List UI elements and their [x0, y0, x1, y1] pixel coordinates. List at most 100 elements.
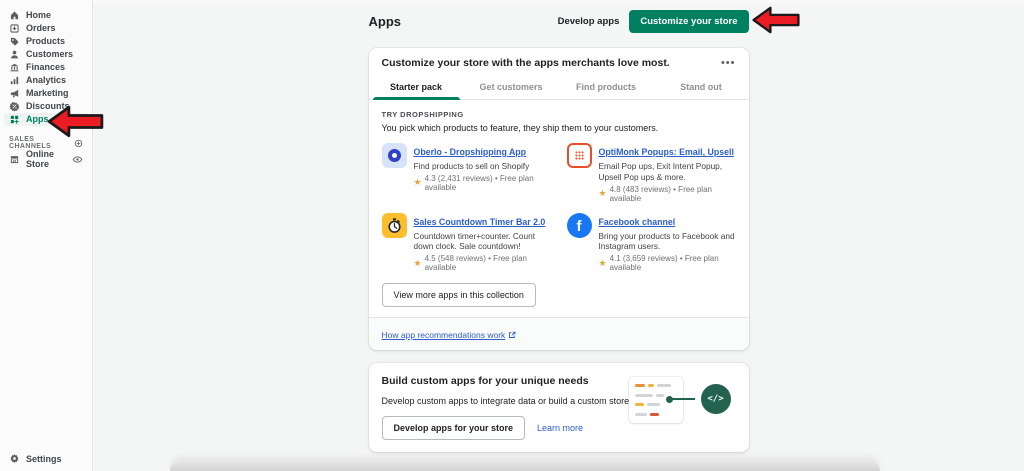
page-header: Apps Develop apps Customize your store [369, 10, 749, 33]
learn-more-link[interactable]: Learn more [537, 423, 583, 433]
app-description: Email Pop ups, Exit Intent Popup, Upsell… [598, 161, 723, 182]
how-recommendations-work-label: How app recommendations work [381, 330, 506, 341]
app-recommendation-item: Sales Countdown Timer Bar 2.0 Countdown … [381, 212, 551, 273]
app-text: Oberlo - Dropshipping App Find products … [414, 142, 551, 192]
sidebar-nav-item-label: Finances [26, 62, 66, 72]
gear-icon [9, 453, 20, 464]
sidebar-nav-item[interactable]: Analytics [4, 74, 88, 87]
sidebar: Home Orders Products Customers Finances … [0, 0, 93, 471]
app-rating-text: 4.5 (548 reviews) • Free plan available [424, 254, 527, 273]
collection-tab[interactable]: Stand out [654, 76, 749, 99]
app-rating: ★ 4.3 (2,431 reviews) • Free plan availa… [414, 174, 551, 192]
settings-label: Settings [26, 453, 62, 464]
sales-channels-header: SALES CHANNELS [9, 136, 83, 150]
recommended-apps-card: Customize your store with the apps merch… [368, 48, 749, 351]
app-name-link[interactable]: Sales Countdown Timer Bar 2.0 [414, 217, 546, 227]
collection-tab[interactable]: Starter pack [369, 76, 464, 100]
code-icon: </> [700, 384, 731, 415]
section-description: You pick which products to feature, they… [381, 123, 659, 133]
discounts-icon [9, 101, 20, 112]
analytics-icon [9, 75, 20, 86]
sidebar-nav-item-label: Customers [26, 49, 74, 59]
view-more-apps-button[interactable]: View more apps in this collection [381, 283, 536, 308]
develop-apps-button[interactable]: Develop apps [558, 16, 620, 27]
marketing-icon [9, 88, 20, 99]
sidebar-nav-item-label: Products [26, 36, 66, 46]
sidebar-nav-item[interactable]: Finances [4, 61, 88, 74]
app-name-link[interactable]: Oberlo - Dropshipping App [414, 147, 527, 157]
sidebar-nav-item-label: Home [26, 10, 52, 20]
app-rating-text: 4.3 (2,431 reviews) • Free plan availabl… [424, 173, 534, 192]
facebook-app-icon: f [566, 212, 592, 238]
collection-tab[interactable]: Find products [559, 76, 654, 99]
collection-tab[interactable]: Get customers [464, 76, 559, 99]
recommended-apps-card-body: TRY DROPSHIPPING You pick which products… [369, 100, 749, 317]
page-title: Apps [368, 14, 402, 29]
plus-circle-icon[interactable] [74, 139, 83, 148]
app-text: Sales Countdown Timer Bar 2.0 Countdown … [414, 212, 551, 273]
finances-icon [9, 62, 20, 73]
section-heading: TRY DROPSHIPPING [381, 110, 464, 119]
sidebar-nav-item-label: Orders [26, 23, 56, 33]
card-overflow-menu-icon[interactable]: ••• [721, 58, 736, 69]
app-name-link[interactable]: Facebook channel [599, 217, 676, 227]
how-recommendations-work-link[interactable]: How app recommendations work [382, 330, 517, 340]
products-tag-icon [9, 36, 20, 47]
apps-grid: Oberlo - Dropshipping App Find products … [381, 142, 736, 273]
optimonk-app-icon [566, 143, 592, 168]
storefront-icon [9, 154, 20, 165]
star-icon: ★ [598, 257, 607, 268]
sidebar-nav-item[interactable]: Customers [4, 48, 88, 61]
external-link-icon [508, 331, 516, 339]
tab-label: Starter pack [389, 82, 443, 92]
sales-channels-label: SALES CHANNELS [9, 136, 52, 150]
sidebar-nav-item[interactable]: Orders [4, 22, 88, 35]
develop-apps-for-store-button[interactable]: Develop apps for your store [381, 416, 526, 441]
app-rating: ★ 4.1 (3,659 reviews) • Free plan availa… [599, 254, 736, 272]
star-icon: ★ [598, 188, 607, 199]
sidebar-nav-item[interactable]: Marketing [4, 87, 88, 100]
top-strip [93, 0, 1024, 3]
star-icon: ★ [413, 177, 422, 188]
star-icon: ★ [413, 257, 422, 268]
sidebar-channel-item[interactable]: Online Store [4, 149, 88, 169]
recommended-apps-card-title: Customize your store with the apps merch… [381, 57, 670, 69]
app-rating: ★ 4.8 (483 reviews) • Free plan availabl… [599, 185, 736, 203]
orders-icon [9, 23, 20, 34]
app-text: Facebook channel Bring your products to … [599, 212, 736, 273]
document-illustration [628, 377, 683, 424]
oberlo-app-icon [381, 143, 407, 168]
content-column: Apps Develop apps Customize your store C… [368, 0, 749, 471]
connector-line [665, 395, 695, 403]
sidebar-nav-item[interactable]: Products [4, 35, 88, 48]
app-text: OptiMonk Popups: Email, Upsell Email Pop… [599, 142, 736, 203]
app-description: Find products to sell on Shopify [413, 161, 530, 171]
header-actions: Develop apps Customize your store [558, 10, 749, 33]
customize-your-store-button[interactable]: Customize your store [629, 10, 749, 33]
countdown-timer-app-icon [381, 212, 407, 238]
recommended-apps-card-header: Customize your store with the apps merch… [369, 48, 749, 76]
tab-label: Find products [576, 82, 636, 92]
app-rating-text: 4.8 (483 reviews) • Free plan available [609, 184, 712, 203]
sidebar-channels: Online Store [0, 149, 92, 169]
custom-apps-illustration: </> [628, 377, 731, 424]
home-icon [9, 10, 20, 21]
red-arrow-annotation-customize-button [751, 6, 801, 34]
tabs: Starter pack Get customers Find products… [368, 76, 749, 100]
sidebar-item-settings[interactable]: Settings [4, 453, 88, 464]
sidebar-nav-item[interactable]: Home [4, 9, 88, 22]
recommended-apps-card-footer: How app recommendations work [368, 317, 749, 351]
sidebar-nav-item-label: Analytics [26, 75, 67, 85]
red-arrow-annotation-apps-nav [45, 105, 106, 138]
app-description: Countdown timer+counter. Count down cloc… [413, 230, 536, 252]
eye-icon[interactable] [72, 154, 83, 165]
app-description: Bring your products to Facebook and Inst… [598, 230, 735, 252]
app-rating-text: 4.1 (3,659 reviews) • Free plan availabl… [609, 254, 719, 273]
app-name-link[interactable]: OptiMonk Popups: Email, Upsell [599, 147, 734, 157]
sidebar-channel-item-label: Online Store [26, 149, 55, 169]
app-rating: ★ 4.5 (548 reviews) • Free plan availabl… [414, 254, 551, 272]
bottom-window-edge [170, 460, 880, 471]
sidebar-nav-item-label: Marketing [26, 88, 69, 98]
app-recommendation-item: f Facebook channel Bring your products t… [566, 212, 736, 273]
main-content-area: Apps Develop apps Customize your store C… [93, 0, 1024, 471]
